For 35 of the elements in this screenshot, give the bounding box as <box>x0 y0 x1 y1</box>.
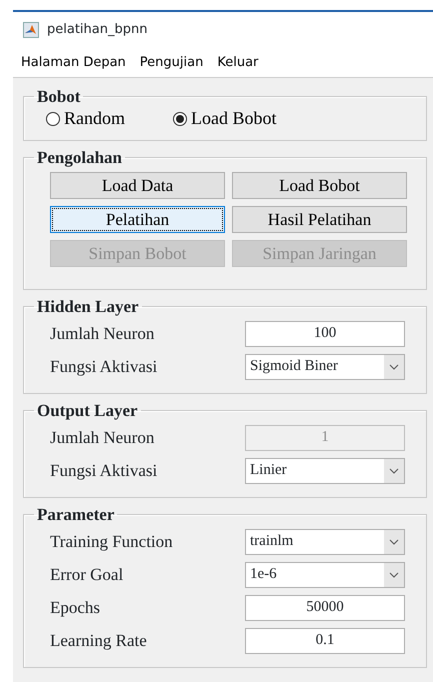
menu-item[interactable]: Halaman Depan <box>21 52 126 72</box>
field-label: Jumlah Neuron <box>50 426 156 449</box>
panel-title: Hidden Layer <box>36 298 140 315</box>
menu-item[interactable]: Pengujian <box>140 52 204 72</box>
radio-button[interactable]: Random <box>46 105 125 132</box>
app-icon <box>23 22 39 38</box>
panel-title: Output Layer <box>36 402 139 419</box>
input-field[interactable]: 0.1 <box>245 628 405 654</box>
push-button[interactable]: Hasil Pelatihan <box>232 206 407 233</box>
input-field[interactable]: 50000 <box>245 594 405 620</box>
field-label: Epochs <box>50 596 102 619</box>
chevron-down-icon <box>389 538 399 544</box>
panel-title: Parameter <box>36 506 116 523</box>
field-label: Error Goal <box>50 564 124 586</box>
push-button[interactable]: Load Bobot <box>232 172 407 199</box>
field-label: Fungsi Aktivasi <box>50 460 158 482</box>
dropdown[interactable]: 1e-6 <box>245 562 405 588</box>
menu-item[interactable]: Keluar <box>217 52 258 72</box>
dropdown[interactable]: trainlm <box>245 528 405 554</box>
push-button[interactable]: Pelatihan <box>50 206 225 233</box>
chevron-down-icon <box>389 572 399 578</box>
push-button[interactable]: Load Data <box>50 172 225 199</box>
field-label: Learning Rate <box>50 630 148 652</box>
field-label: Jumlah Neuron <box>50 322 156 345</box>
field-label: Training Function <box>50 530 174 553</box>
input-field[interactable]: 100 <box>245 320 405 346</box>
radio-button[interactable]: Load Bobot <box>173 105 276 132</box>
chevron-down-icon <box>389 468 399 474</box>
dropdown[interactable]: Sigmoid Biner <box>245 354 405 380</box>
dropdown[interactable]: Linier <box>245 458 405 484</box>
window-title: pelatihan_bpnn <box>47 21 148 40</box>
panel-title: Bobot <box>36 88 82 105</box>
field-label: Fungsi Aktivasi <box>50 356 158 378</box>
panel-title: Pengolahan <box>36 149 124 166</box>
chevron-down-icon <box>389 364 399 370</box>
